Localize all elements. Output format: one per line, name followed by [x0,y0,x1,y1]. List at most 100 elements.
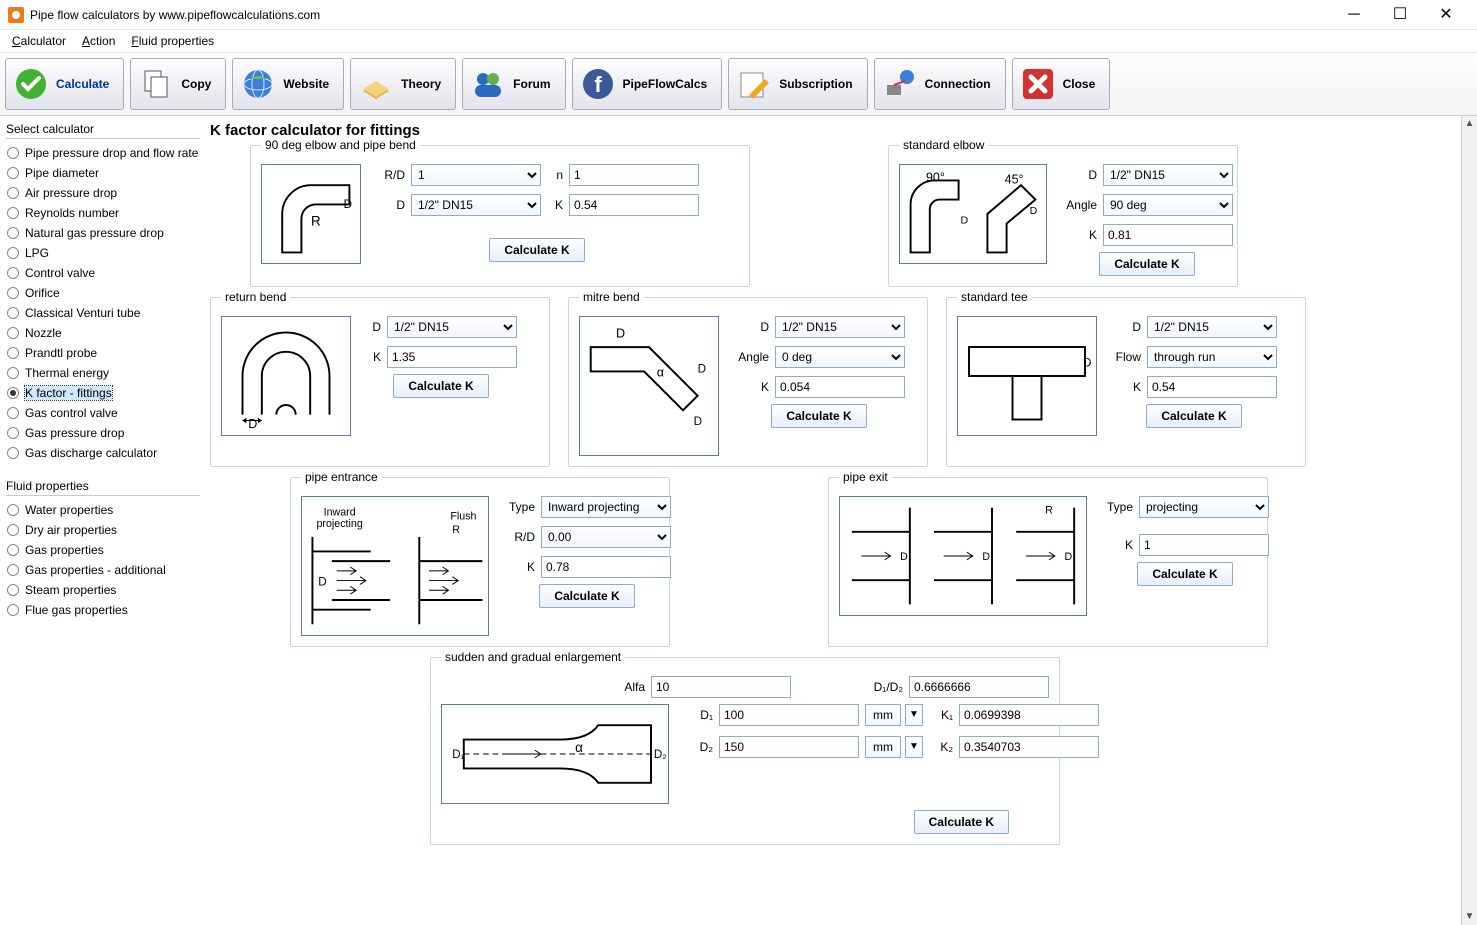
website-button[interactable]: Website [232,58,344,110]
calculate-k-button[interactable]: Calculate K [914,810,1009,834]
radio-dot-icon [7,427,19,439]
d1-unit-dropdown[interactable]: ▼ [905,704,923,726]
radio-label: Gas pressure drop [25,426,124,440]
d1-label: D₁ [689,708,713,722]
theory-button[interactable]: Theory [350,58,456,110]
rd-select[interactable]: 0.00 [541,526,671,548]
d-label: D [375,198,405,212]
calculate-k-button[interactable]: Calculate K [1146,404,1241,428]
d-select[interactable]: 1/2" DN15 [1103,164,1233,186]
svg-text:D: D [900,551,908,563]
k-output [1103,224,1233,246]
calculate-button[interactable]: Calculate [5,58,124,110]
angle-select[interactable]: 90 deg [1103,194,1233,216]
subscription-button[interactable]: Subscription [728,58,867,110]
calculate-k-button[interactable]: Calculate K [771,404,866,428]
calculator-radio-1[interactable]: Pipe diameter [6,163,200,183]
calculator-radio-2[interactable]: Air pressure drop [6,183,200,203]
fluid-properties-title: Fluid properties [6,477,200,496]
calculator-radio-4[interactable]: Natural gas pressure drop [6,223,200,243]
svg-text:R: R [452,524,460,536]
fluid-radio-3[interactable]: Gas properties - additional [6,560,200,580]
svg-text:Flush: Flush [450,510,476,522]
legend-pipe-exit: pipe exit [839,470,892,484]
fluid-radio-0[interactable]: Water properties [6,500,200,520]
d-select[interactable]: 1/2" DN15 [775,316,905,338]
fluid-radio-4[interactable]: Steam properties [6,580,200,600]
forum-button[interactable]: Forum [462,58,565,110]
menu-calculator[interactable]: Calculator [4,32,74,50]
k-output [1147,376,1277,398]
calculator-radio-14[interactable]: Gas pressure drop [6,423,200,443]
d1-input[interactable] [719,704,859,726]
calculator-radio-12[interactable]: K factor - fittings [6,383,200,403]
rd-select[interactable]: 1 [411,164,541,186]
close-button[interactable]: Close [1012,58,1111,110]
calculator-radio-9[interactable]: Nozzle [6,323,200,343]
calculate-k-button[interactable]: Calculate K [1137,562,1232,586]
radio-dot-icon [7,207,19,219]
radio-dot-icon [7,524,19,536]
d-label: D [1061,168,1097,182]
alfa-input[interactable] [651,676,791,698]
vertical-scrollbar[interactable]: ▲ ▼ [1461,116,1477,925]
radio-dot-icon [7,367,19,379]
calculator-radio-7[interactable]: Orifice [6,283,200,303]
calculate-k-button[interactable]: Calculate K [1099,252,1194,276]
d2-unit-dropdown[interactable]: ▼ [905,736,923,758]
connection-button[interactable]: Connection [874,58,1006,110]
calculator-radio-6[interactable]: Control valve [6,263,200,283]
copy-button[interactable]: Copy [130,58,226,110]
svg-text:D: D [1065,551,1073,563]
calculator-radio-15[interactable]: Gas discharge calculator [6,443,200,463]
pipeflowcalcs-button[interactable]: f PipeFlowCalcs [572,58,723,110]
radio-dot-icon [7,544,19,556]
calculator-radio-3[interactable]: Reynolds number [6,203,200,223]
d-select[interactable]: 1/2" DN15 [387,316,517,338]
group-90deg-elbow: 90 deg elbow and pipe bend RD R/D 1 n D [250,145,750,287]
d2-label: D₂ [689,740,713,754]
k2-output [959,736,1099,758]
calculator-radio-5[interactable]: LPG [6,243,200,263]
calculator-radio-8[interactable]: Classical Venturi tube [6,303,200,323]
radio-label: Orifice [25,286,60,300]
d-select[interactable]: 1/2" DN15 [1147,316,1277,338]
radio-dot-icon [7,387,19,399]
d-select[interactable]: 1/2" DN15 [411,194,541,216]
close-window-button[interactable]: ✕ [1423,0,1469,30]
type-select[interactable]: Inward projecting [541,496,671,518]
d2-input[interactable] [719,736,859,758]
calculator-radio-10[interactable]: Prandtl probe [6,343,200,363]
type-select[interactable]: projecting [1139,496,1269,518]
flow-select[interactable]: through run [1147,346,1277,368]
calculator-radio-0[interactable]: Pipe pressure drop and flow rate [6,143,200,163]
globe-icon [241,67,275,101]
menu-fluid-properties[interactable]: Fluid properties [123,32,222,50]
fluid-radio-2[interactable]: Gas properties [6,540,200,560]
radio-dot-icon [7,167,19,179]
scroll-down-arrow[interactable]: ▼ [1462,909,1477,925]
scroll-up-arrow[interactable]: ▲ [1462,116,1477,132]
radio-dot-icon [7,227,19,239]
calculate-k-button[interactable]: Calculate K [489,238,584,262]
calculate-k-button[interactable]: Calculate K [539,584,634,608]
maximize-button[interactable]: ☐ [1377,0,1423,30]
radio-dot-icon [7,267,19,279]
minimize-button[interactable]: ─ [1331,0,1377,30]
radio-label: Gas properties - additional [25,563,166,577]
radio-label: Steam properties [25,583,116,597]
diagram-standard-tee: D [957,316,1097,436]
angle-select[interactable]: 0 deg [775,346,905,368]
calculate-k-button[interactable]: Calculate K [393,374,488,398]
fluid-radio-1[interactable]: Dry air properties [6,520,200,540]
rd-label: R/D [375,168,405,182]
radio-label: Control valve [25,266,95,280]
k2-label: K₂ [929,740,953,754]
d-label: D [733,320,769,334]
calculator-radio-13[interactable]: Gas control valve [6,403,200,423]
menu-action[interactable]: Action [74,32,123,50]
n-input[interactable] [569,164,699,186]
calculator-radio-11[interactable]: Thermal energy [6,363,200,383]
fluid-radio-5[interactable]: Flue gas properties [6,600,200,620]
svg-text:D: D [982,551,990,563]
